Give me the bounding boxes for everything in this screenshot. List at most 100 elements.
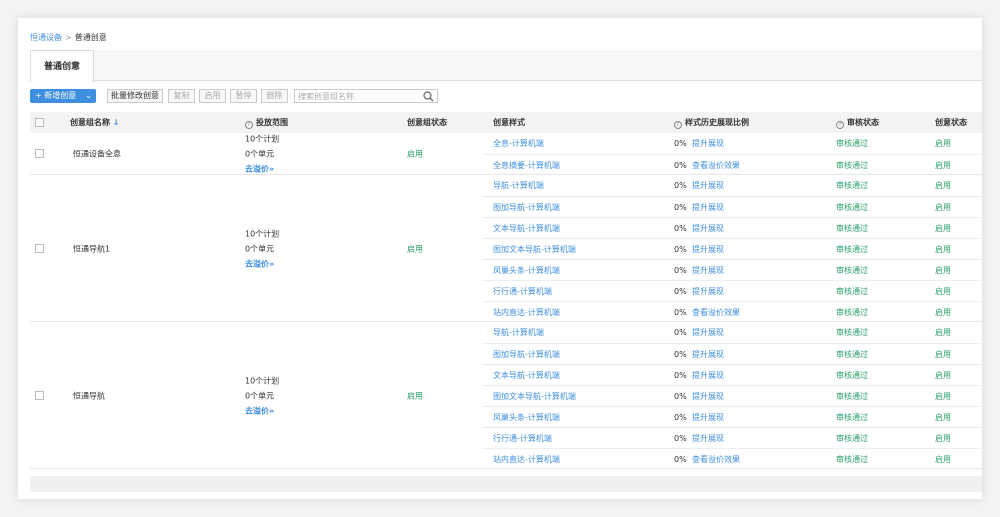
creative-style-link[interactable]: 全息摘要-计算机端: [493, 155, 560, 176]
bid-link[interactable]: 去溢价»: [245, 403, 279, 418]
audit-status: 审核通过: [836, 328, 868, 337]
action-link[interactable]: 提升展现: [692, 428, 724, 449]
creative-status: 启用: [935, 455, 951, 464]
display-ratio: 0%: [674, 224, 687, 233]
creative-row: 图加文本导航-计算机端 0% 提升展现 审核通过 启用: [483, 385, 982, 406]
action-link[interactable]: 查看溢价效果: [692, 302, 740, 323]
creative-style-link[interactable]: 站内直达-计算机端: [493, 302, 560, 323]
creative-status: 启用: [935, 266, 951, 275]
creative-style-link[interactable]: 图加导航-计算机端: [493, 344, 560, 365]
creative-style-link[interactable]: 全息-计算机端: [493, 133, 544, 154]
creative-group-row: 恒通导航1 10个计划 0个单元 去溢价» 启用 导航-计算机端 0% 提升展现 审核通过 启用图…: [30, 175, 982, 322]
display-ratio: 0%: [674, 350, 687, 359]
delivery-scope: 10个计划 0个单元 去溢价»: [245, 373, 279, 418]
action-link[interactable]: 提升展现: [692, 175, 724, 196]
action-link[interactable]: 查看溢价效果: [692, 449, 740, 470]
table-footer: [30, 476, 982, 492]
action-link[interactable]: 提升展现: [692, 365, 724, 386]
search-input[interactable]: [295, 90, 415, 102]
creative-status: 启用: [935, 350, 951, 359]
unit-count: 0个单元: [245, 244, 275, 253]
column-header-ratio: ? 样式历史展现比例: [674, 112, 749, 133]
creative-style-link[interactable]: 行行通-计算机端: [493, 428, 552, 449]
row-checkbox[interactable]: [35, 149, 44, 158]
row-checkbox[interactable]: [35, 390, 44, 400]
audit-status: 审核通过: [836, 181, 868, 190]
display-ratio: 0%: [674, 434, 687, 443]
creative-group-row: 恒通导航 10个计划 0个单元 去溢价» 启用 导航-计算机端 0% 提升展现 审核通过 启用 图加…: [30, 322, 982, 469]
action-link[interactable]: 提升展现: [692, 239, 724, 260]
creative-style-link[interactable]: 导航-计算机端: [493, 175, 544, 196]
display-ratio: 0%: [674, 139, 687, 148]
action-link[interactable]: 提升展现: [692, 322, 724, 343]
audit-status: 审核通过: [836, 350, 868, 359]
creative-row: 站内直达-计算机端 0% 查看溢价效果 审核通过 启用: [483, 301, 982, 322]
action-link[interactable]: 提升展现: [692, 197, 724, 218]
audit-status: 审核通过: [836, 308, 868, 317]
audit-status: 审核通过: [836, 161, 868, 170]
creative-style-link[interactable]: 行行通-计算机端: [493, 281, 552, 302]
help-icon[interactable]: ?: [836, 121, 844, 129]
audit-status: 审核通过: [836, 245, 868, 254]
creative-style-link[interactable]: 图加文本导航-计算机端: [493, 386, 576, 407]
column-header-scope: ? 投放范围: [245, 112, 288, 133]
creative-style-link[interactable]: 导航-计算机端: [493, 322, 544, 343]
add-creative-button[interactable]: + 新增创意 ⌄: [30, 89, 96, 103]
action-link[interactable]: 提升展现: [692, 281, 724, 302]
search-icon[interactable]: [423, 91, 434, 104]
creative-row: 图加导航-计算机端 0% 提升展现 审核通过 启用: [483, 196, 982, 217]
group-name[interactable]: 恒通导航: [73, 390, 105, 401]
creative-style-link[interactable]: 图加导航-计算机端: [493, 197, 560, 218]
audit-status: 审核通过: [836, 139, 868, 148]
creative-group-row: 恒通设备全息 10个计划 0个单元 去溢价» 启用 全息-计算机端 0% 提升展现 审核通过 启用…: [30, 133, 982, 175]
group-name[interactable]: 恒通导航1: [73, 243, 110, 254]
select-all-checkbox[interactable]: [35, 118, 44, 127]
action-link[interactable]: 提升展现: [692, 386, 724, 407]
creative-style-link[interactable]: 文本导航-计算机端: [493, 218, 560, 239]
column-ratio-label: 样式历史展现比例: [685, 118, 749, 127]
help-icon[interactable]: ?: [674, 121, 682, 129]
help-icon[interactable]: ?: [245, 121, 253, 129]
creative-style-link[interactable]: 凤巢头条-计算机端: [493, 407, 560, 428]
display-ratio: 0%: [674, 266, 687, 275]
toolbar: + 新增创意 ⌄ 批量修改创意 复制 启用 暂停 删除: [30, 89, 982, 103]
group-name[interactable]: 恒通设备全息: [73, 149, 121, 160]
sort-arrow-icon[interactable]: ↓: [113, 118, 120, 127]
tab-normal-creative[interactable]: 普通创意: [30, 50, 94, 82]
delete-button[interactable]: 删除: [261, 89, 288, 103]
pause-button[interactable]: 暂停: [230, 89, 257, 103]
breadcrumb-parent-link[interactable]: 恒通设备: [30, 33, 62, 42]
audit-status: 审核通过: [836, 266, 868, 275]
audit-status: 审核通过: [836, 287, 868, 296]
creative-style-link[interactable]: 凤巢头条-计算机端: [493, 260, 560, 281]
bid-link[interactable]: 去溢价»: [245, 256, 279, 271]
creative-style-link[interactable]: 文本导航-计算机端: [493, 365, 560, 386]
action-link[interactable]: 提升展现: [692, 218, 724, 239]
audit-status: 审核通过: [836, 434, 868, 443]
plan-count: 10个计划: [245, 134, 280, 144]
display-ratio: 0%: [674, 413, 687, 422]
action-link[interactable]: 提升展现: [692, 133, 724, 154]
enable-button[interactable]: 启用: [199, 89, 226, 103]
row-checkbox[interactable]: [35, 243, 44, 253]
column-header-status: 创意状态: [935, 118, 967, 127]
creative-style-link[interactable]: 站内直达-计算机端: [493, 449, 560, 470]
creative-row: 导航-计算机端 0% 提升展现 审核通过 启用: [483, 175, 982, 196]
action-link[interactable]: 查看溢价效果: [692, 155, 740, 176]
creative-status: 启用: [935, 371, 951, 380]
action-link[interactable]: 提升展现: [692, 407, 724, 428]
audit-status: 审核通过: [836, 455, 868, 464]
display-ratio: 0%: [674, 245, 687, 254]
action-link[interactable]: 提升展现: [692, 260, 724, 281]
action-link[interactable]: 提升展现: [692, 344, 724, 365]
creative-status: 启用: [935, 181, 951, 190]
audit-status: 审核通过: [836, 392, 868, 401]
creative-style-link[interactable]: 图加文本导航-计算机端: [493, 239, 576, 260]
creative-row: 图加导航-计算机端 0% 提升展现 审核通过 启用: [483, 343, 982, 364]
creative-status: 启用: [935, 224, 951, 233]
creative-row: 全息-计算机端 0% 提升展现 审核通过 启用: [483, 133, 982, 154]
display-ratio: 0%: [674, 328, 687, 337]
batch-edit-button[interactable]: 批量修改创意: [107, 89, 163, 103]
column-header-name[interactable]: 创意组名称 ↓: [70, 112, 120, 133]
copy-button[interactable]: 复制: [168, 89, 195, 103]
